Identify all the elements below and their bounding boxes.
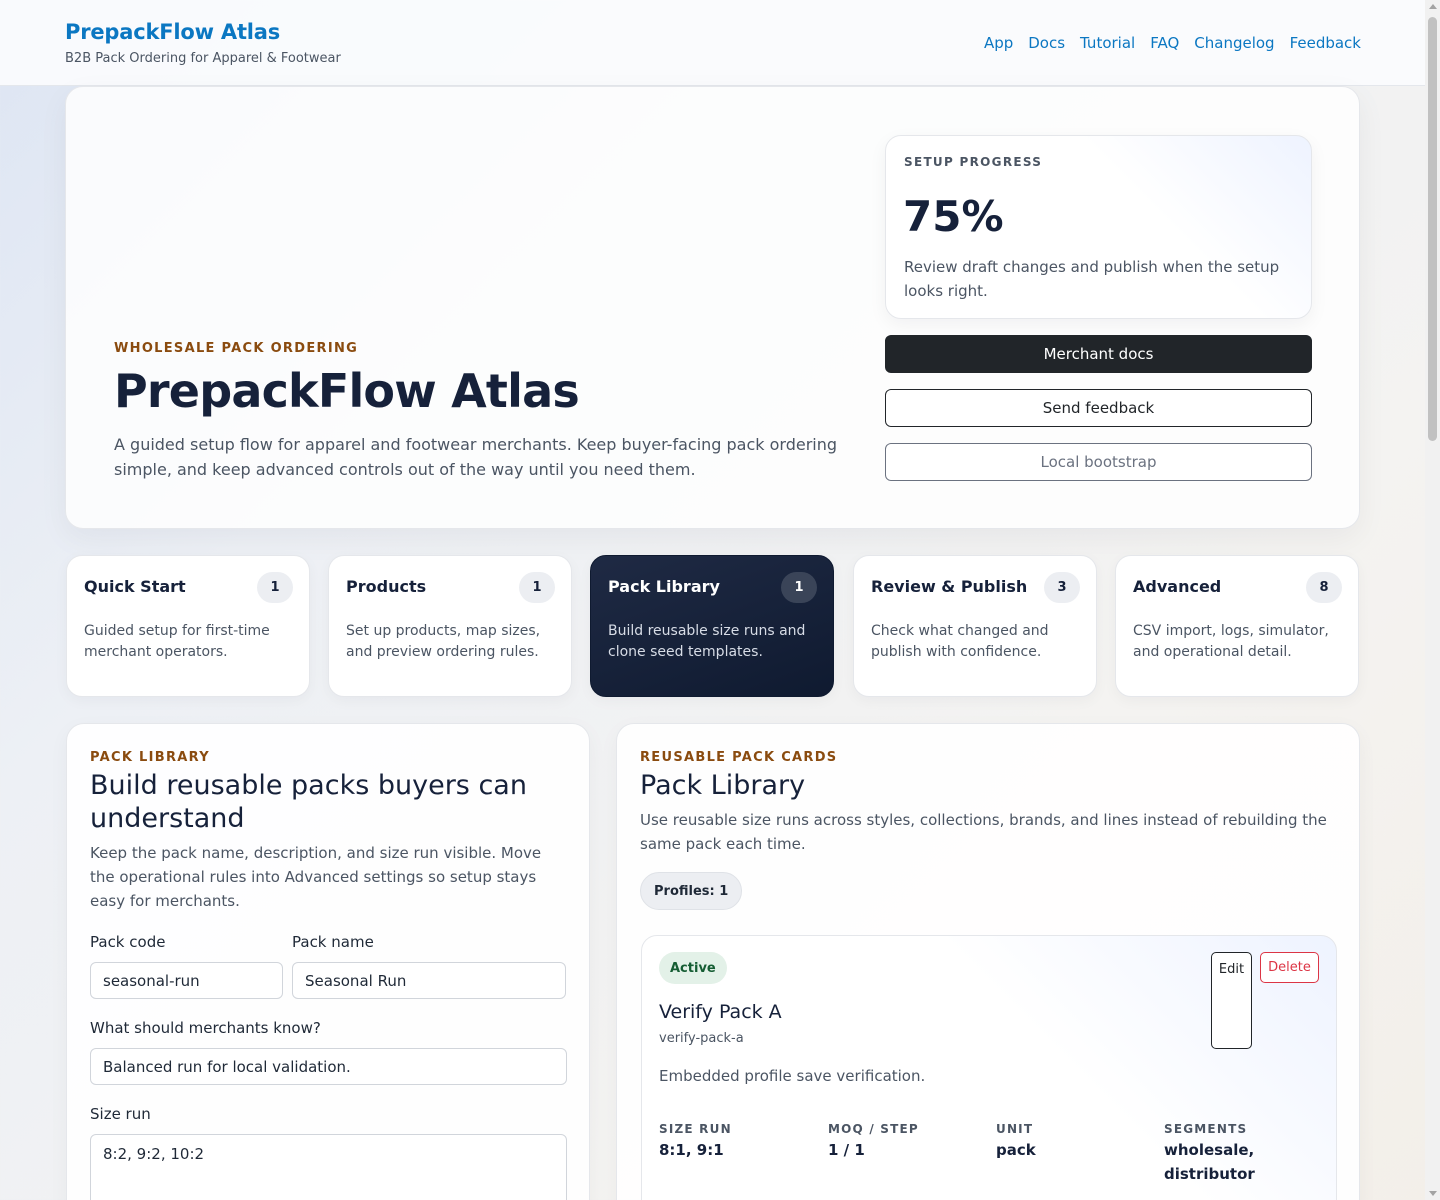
stat-value: 8:1, 9:1: [659, 1141, 724, 1159]
nav-link-feedback[interactable]: Feedback: [1290, 34, 1361, 52]
setup-progress-card: SETUP PROGRESS 75% Review draft changes …: [885, 135, 1312, 319]
nav-link-faq[interactable]: FAQ: [1150, 34, 1179, 52]
tab-description: Build reusable size runs and clone seed …: [608, 623, 806, 660]
tab-title: Pack Library: [608, 577, 720, 596]
nav-link-changelog[interactable]: Changelog: [1194, 34, 1274, 52]
tab-title: Products: [346, 577, 427, 596]
tab-products[interactable]: Products 1 Set up products, map sizes, a…: [328, 555, 572, 697]
pack-library-description: Use reusable size runs across styles, co…: [640, 811, 1327, 853]
pack-description: Embedded profile save verification.: [659, 1067, 926, 1085]
profiles-count-chip: Profiles: 1: [640, 872, 743, 910]
stat-value: 1 / 1: [828, 1141, 865, 1159]
pack-form-title: Build reusable packs buyers can understa…: [90, 770, 527, 834]
tab-title: Review & Publish: [871, 577, 1028, 596]
hero-title: PrepackFlow Atlas: [114, 364, 580, 418]
hero-eyebrow: WHOLESALE PACK ORDERING: [114, 341, 359, 356]
tab-title: Quick Start: [84, 577, 186, 596]
merchant-docs-button[interactable]: Merchant docs: [885, 335, 1312, 373]
tab-advanced[interactable]: Advanced 8 CSV import, logs, simulator, …: [1115, 555, 1359, 697]
pack-form-eyebrow: PACK LIBRARY: [90, 750, 210, 765]
tab-count-badge: 8: [1306, 572, 1342, 603]
setup-progress-percent: 75%: [903, 192, 1004, 241]
page-scrollbar[interactable]: [1425, 0, 1440, 1200]
edit-pack-button[interactable]: Edit: [1211, 952, 1252, 1049]
stat-label: SIZE RUN: [659, 1122, 732, 1136]
stat-value: pack: [996, 1141, 1036, 1159]
delete-pack-button[interactable]: Delete: [1260, 952, 1319, 983]
pack-form-description: Keep the pack name, description, and siz…: [90, 844, 542, 910]
pack-form-intro: PACK LIBRARY Build reusable packs buyers…: [90, 750, 568, 913]
hero-description: A guided setup flow for apparel and foot…: [114, 435, 838, 479]
pack-code: verify-pack-a: [659, 1031, 744, 1046]
tab-quick-start[interactable]: Quick Start 1 Guided setup for first-tim…: [66, 555, 310, 697]
stat-label: SEGMENTS: [1164, 1122, 1248, 1136]
setup-progress-label: SETUP PROGRESS: [904, 155, 1043, 169]
tab-count-badge: 3: [1044, 572, 1080, 603]
pack-library-panel: REUSABLE PACK CARDS Pack Library Use reu…: [616, 723, 1360, 1200]
stat-label: UNIT: [996, 1122, 1034, 1136]
stat-moq-step: MOQ / STEP 1 / 1: [828, 1122, 988, 1162]
scroll-up-arrow-icon[interactable]: [1429, 4, 1437, 9]
top-navigation-bar: PrepackFlow Atlas B2B Pack Ordering for …: [0, 0, 1425, 86]
status-badge: Active: [659, 952, 727, 984]
scroll-down-arrow-icon[interactable]: [1429, 1191, 1437, 1196]
pack-name: Verify Pack A: [659, 1001, 782, 1023]
tab-review-publish[interactable]: Review & Publish 3 Check what changed an…: [853, 555, 1097, 697]
pack-name-input[interactable]: [292, 962, 566, 999]
nav-link-app[interactable]: App: [984, 34, 1013, 52]
pack-library-intro: REUSABLE PACK CARDS Pack Library Use reu…: [640, 750, 1330, 856]
scrollbar-thumb[interactable]: [1428, 17, 1437, 441]
main-nav: App Docs Tutorial FAQ Changelog Feedback: [984, 34, 1361, 52]
send-feedback-button[interactable]: Send feedback: [885, 389, 1312, 427]
tab-description: CSV import, logs, simulator, and operati…: [1133, 623, 1329, 660]
brand-title[interactable]: PrepackFlow Atlas: [65, 20, 341, 44]
tab-count-badge: 1: [519, 572, 555, 603]
local-bootstrap-button[interactable]: Local bootstrap: [885, 443, 1312, 481]
tab-title: Advanced: [1133, 577, 1222, 596]
pack-library-title: Pack Library: [640, 770, 806, 801]
pack-card: Active Edit Delete Verify Pack A verify-…: [641, 935, 1337, 1200]
tab-description: Set up products, map sizes, and preview …: [346, 623, 541, 660]
pack-form-panel: PACK LIBRARY Build reusable packs buyers…: [66, 723, 590, 1200]
brand[interactable]: PrepackFlow Atlas B2B Pack Ordering for …: [65, 20, 341, 66]
stat-label: MOQ / STEP: [828, 1122, 919, 1136]
tab-pack-library[interactable]: Pack Library 1 Build reusable size runs …: [590, 555, 834, 697]
merchant-note-input[interactable]: [90, 1048, 567, 1085]
merchant-note-label: What should merchants know?: [90, 1019, 321, 1037]
brand-subtitle: B2B Pack Ordering for Apparel & Footwear: [65, 51, 341, 66]
setup-progress-description: Review draft changes and publish when th…: [904, 258, 1280, 300]
stat-size-run: SIZE RUN 8:1, 9:1: [659, 1122, 819, 1162]
size-run-textarea[interactable]: 8:2, 9:2, 10:2: [90, 1134, 567, 1200]
pack-code-input[interactable]: [90, 962, 283, 999]
tab-count-badge: 1: [781, 572, 817, 603]
size-run-label: Size run: [90, 1105, 151, 1123]
nav-link-tutorial[interactable]: Tutorial: [1080, 34, 1135, 52]
tab-description: Guided setup for first-time merchant ope…: [84, 623, 270, 660]
tab-description: Check what changed and publish with conf…: [871, 623, 1049, 660]
stat-unit: UNIT pack: [996, 1122, 1156, 1162]
pack-code-label: Pack code: [90, 933, 166, 951]
stat-value: wholesale, distributor: [1164, 1141, 1255, 1183]
stat-segments: SEGMENTS wholesale, distributor: [1164, 1122, 1284, 1186]
nav-link-docs[interactable]: Docs: [1028, 34, 1065, 52]
pack-library-eyebrow: REUSABLE PACK CARDS: [640, 750, 838, 765]
pack-name-label: Pack name: [292, 933, 374, 951]
hero-intro: WHOLESALE PACK ORDERING PrepackFlow Atla…: [114, 341, 854, 482]
hero-section: WHOLESALE PACK ORDERING PrepackFlow Atla…: [65, 86, 1360, 529]
tab-count-badge: 1: [257, 572, 293, 603]
